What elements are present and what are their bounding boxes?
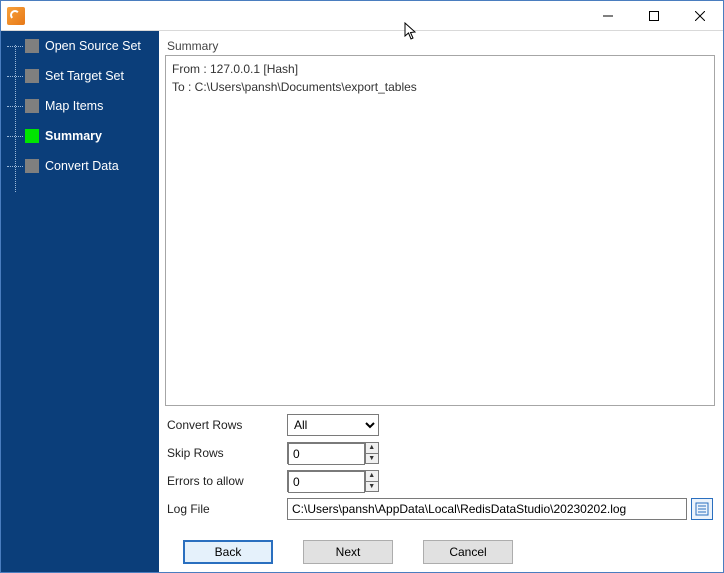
app-icon <box>7 7 25 25</box>
skip-rows-label: Skip Rows <box>167 446 287 460</box>
spinner-down-icon[interactable]: ▼ <box>366 454 378 464</box>
back-button[interactable]: Back <box>183 540 273 564</box>
errors-allow-input[interactable] <box>288 471 365 493</box>
section-title: Summary <box>167 39 713 53</box>
convert-rows-select[interactable]: All <box>287 414 379 436</box>
step-label: Convert Data <box>45 159 119 173</box>
step-label: Open Source Set <box>45 39 141 53</box>
convert-rows-label: Convert Rows <box>167 418 287 432</box>
step-indicator-icon <box>25 99 39 113</box>
step-indicator-icon <box>25 39 39 53</box>
step-set-target-set[interactable]: Set Target Set <box>1 67 159 85</box>
step-indicator-icon <box>25 159 39 173</box>
step-summary[interactable]: Summary <box>1 127 159 145</box>
content-panel: Summary From : 127.0.0.1 [Hash] To : C:\… <box>159 31 723 572</box>
log-file-browse-button[interactable] <box>691 498 713 520</box>
step-convert-data[interactable]: Convert Data <box>1 157 159 175</box>
close-button[interactable] <box>677 1 723 31</box>
maximize-button[interactable] <box>631 1 677 31</box>
skip-rows-spinner[interactable]: ▲ ▼ <box>287 442 379 464</box>
spinner-up-icon[interactable]: ▲ <box>366 443 378 454</box>
step-label: Summary <box>45 129 102 143</box>
step-indicator-icon <box>25 129 39 143</box>
step-label: Set Target Set <box>45 69 124 83</box>
spinner-up-icon[interactable]: ▲ <box>366 471 378 482</box>
errors-allow-spinner[interactable]: ▲ ▼ <box>287 470 379 492</box>
minimize-button[interactable] <box>585 1 631 31</box>
log-file-label: Log File <box>167 502 287 516</box>
step-map-items[interactable]: Map Items <box>1 97 159 115</box>
cancel-button[interactable]: Cancel <box>423 540 513 564</box>
next-button[interactable]: Next <box>303 540 393 564</box>
skip-rows-input[interactable] <box>288 443 365 465</box>
summary-textarea[interactable]: From : 127.0.0.1 [Hash] To : C:\Users\pa… <box>165 55 715 406</box>
step-label: Map Items <box>45 99 103 113</box>
log-file-input[interactable] <box>287 498 687 520</box>
step-indicator-icon <box>25 69 39 83</box>
titlebar <box>1 1 723 31</box>
step-open-source-set[interactable]: Open Source Set <box>1 37 159 55</box>
wizard-sidebar: Open Source Set Set Target Set Map Items… <box>1 31 159 572</box>
spinner-down-icon[interactable]: ▼ <box>366 482 378 492</box>
errors-allow-label: Errors to allow <box>167 474 287 488</box>
